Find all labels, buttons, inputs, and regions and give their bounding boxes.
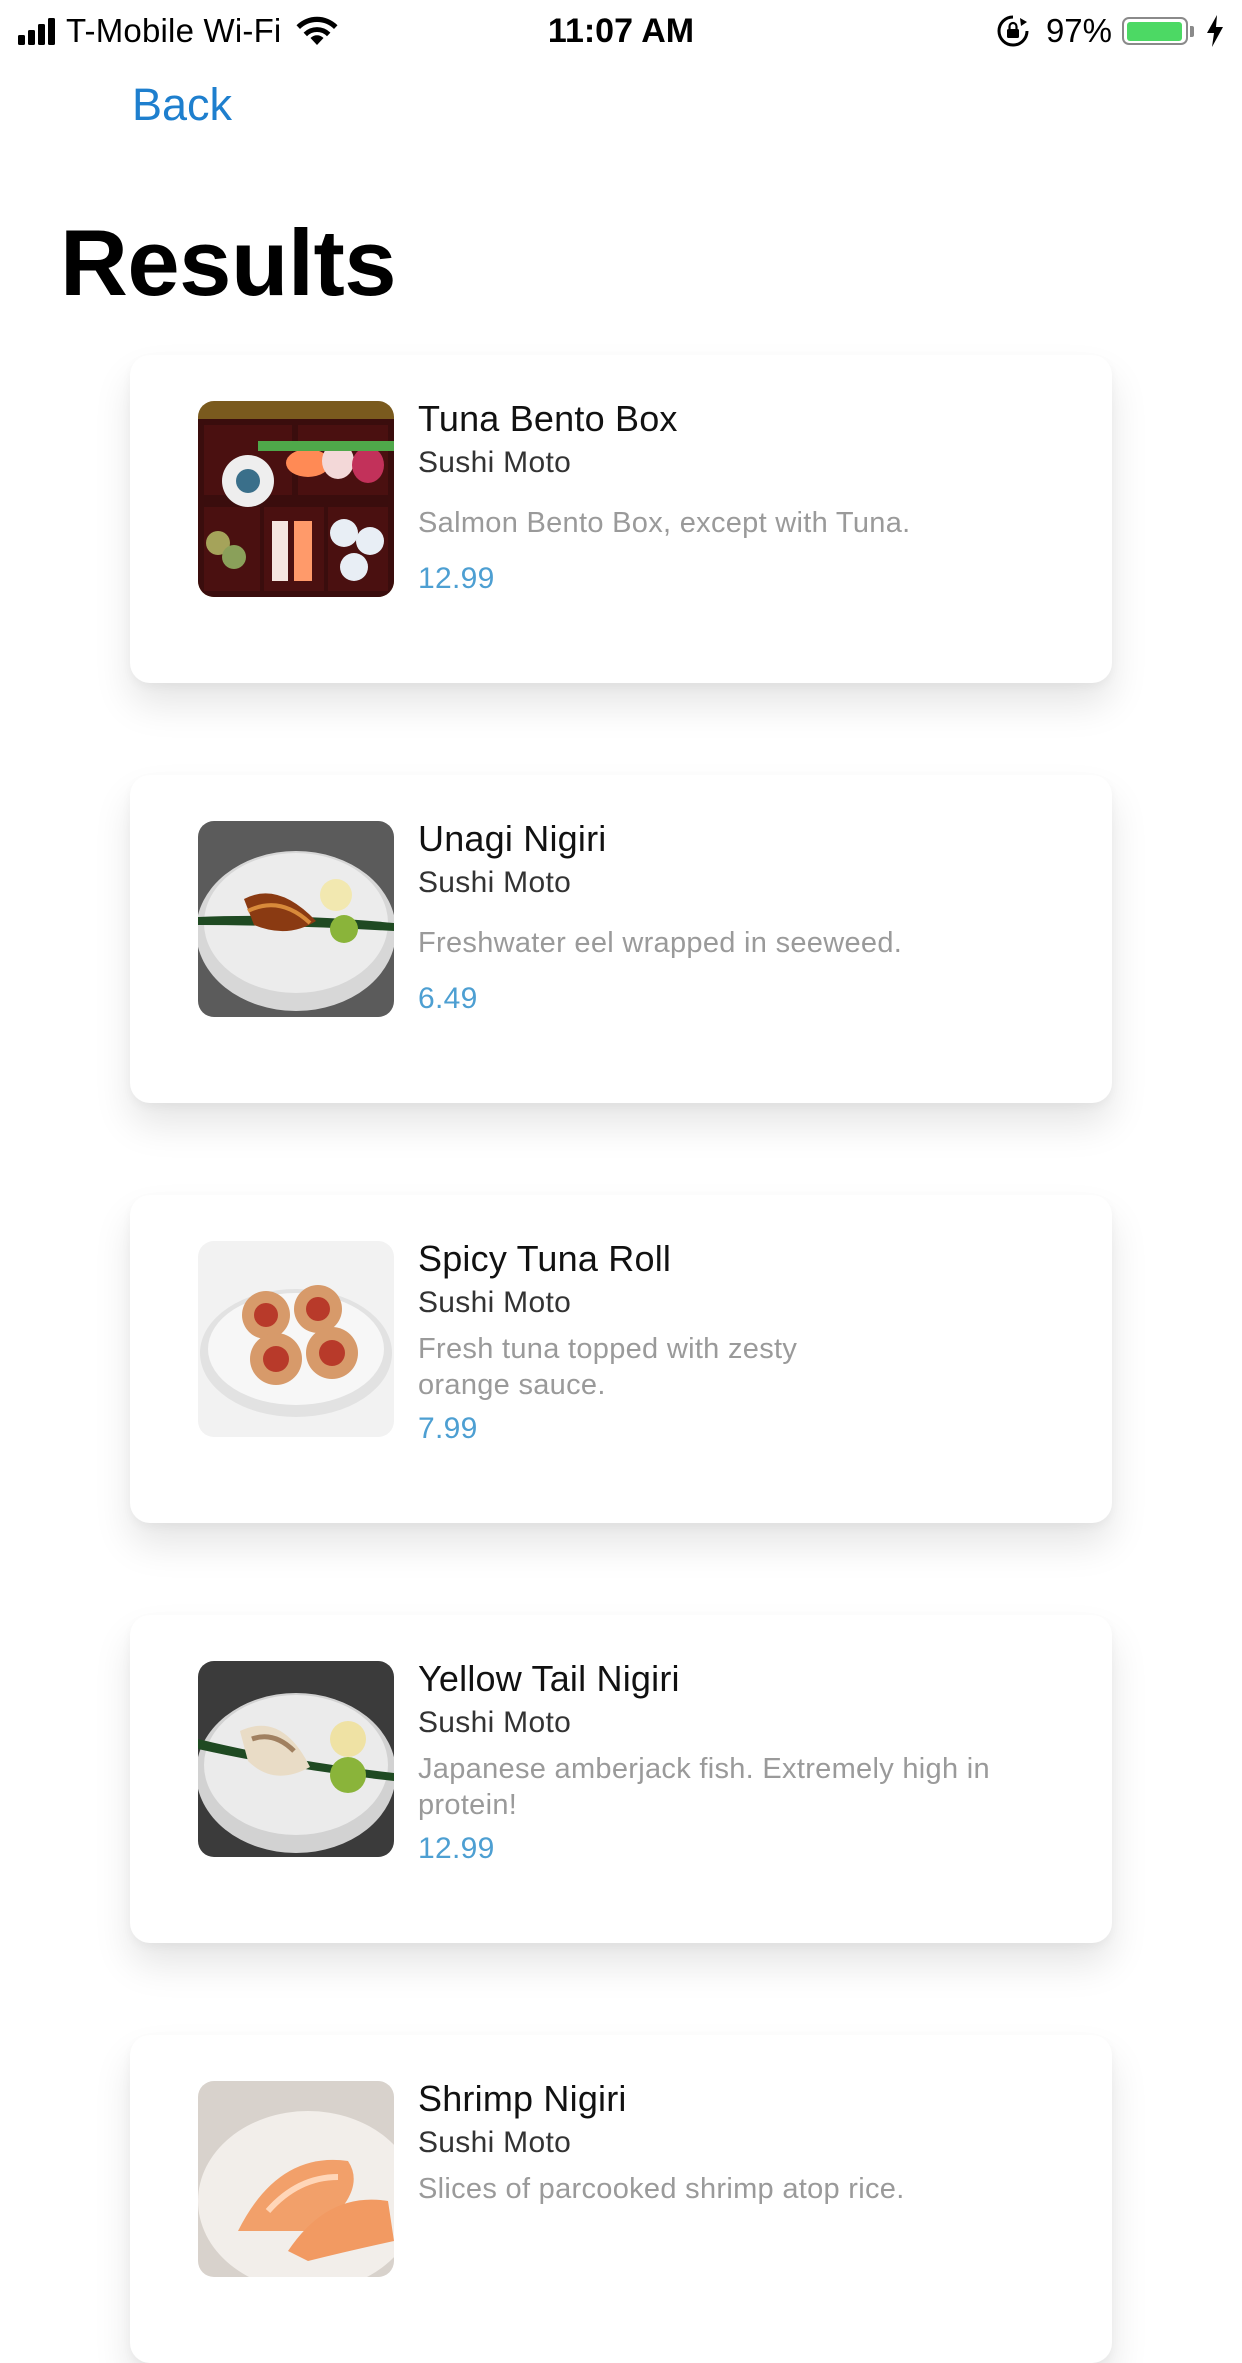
item-price: 12.99 bbox=[418, 1832, 495, 1865]
result-card[interactable]: Shrimp Nigiri Sushi Moto Slices of parco… bbox=[130, 2035, 1112, 2363]
item-description: Salmon Bento Box, except with Tuna. bbox=[418, 507, 911, 539]
result-card[interactable]: Unagi Nigiri Sushi Moto Freshwater eel w… bbox=[130, 775, 1112, 1103]
card-text: Unagi Nigiri Sushi Moto Freshwater eel w… bbox=[418, 815, 1058, 1019]
item-restaurant: Sushi Moto bbox=[418, 1706, 572, 1739]
item-price: 12.99 bbox=[418, 562, 495, 595]
yellowtail-nigiri-photo bbox=[198, 1661, 394, 1857]
result-card[interactable]: Yellow Tail Nigiri Sushi Moto Japanese a… bbox=[130, 1615, 1112, 1943]
card-text: Spicy Tuna Roll Sushi Moto Fresh tuna to… bbox=[418, 1235, 1058, 1449]
shrimp-nigiri-photo bbox=[198, 2081, 394, 2277]
card-text: Shrimp Nigiri Sushi Moto Slices of parco… bbox=[418, 2075, 1058, 2213]
item-restaurant: Sushi Moto bbox=[418, 866, 572, 899]
item-restaurant: Sushi Moto bbox=[418, 2126, 572, 2159]
bento-box-photo bbox=[198, 401, 394, 597]
results-list: Tuna Bento Box Sushi Moto Salmon Bento B… bbox=[0, 0, 1242, 2363]
item-description: Slices of parcooked shrimp atop rice. bbox=[418, 2173, 905, 2205]
item-name: Tuna Bento Box bbox=[418, 398, 678, 439]
item-name: Shrimp Nigiri bbox=[418, 2078, 627, 2119]
result-card[interactable]: Spicy Tuna Roll Sushi Moto Fresh tuna to… bbox=[130, 1195, 1112, 1523]
item-name: Spicy Tuna Roll bbox=[418, 1238, 672, 1279]
item-restaurant: Sushi Moto bbox=[418, 446, 572, 479]
item-description: Japanese amberjack fish. Extremely high … bbox=[418, 1753, 990, 1821]
item-name: Unagi Nigiri bbox=[418, 818, 607, 859]
item-description: Freshwater eel wrapped in seeweed. bbox=[418, 927, 903, 959]
item-price: 6.49 bbox=[418, 982, 478, 1015]
spicy-tuna-roll-photo bbox=[198, 1241, 394, 1437]
result-card[interactable]: Tuna Bento Box Sushi Moto Salmon Bento B… bbox=[130, 355, 1112, 683]
item-name: Yellow Tail Nigiri bbox=[418, 1658, 680, 1699]
card-text: Yellow Tail Nigiri Sushi Moto Japanese a… bbox=[418, 1655, 1058, 1869]
card-text: Tuna Bento Box Sushi Moto Salmon Bento B… bbox=[418, 395, 1058, 599]
unagi-nigiri-photo bbox=[198, 821, 394, 1017]
item-price: 7.99 bbox=[418, 1412, 478, 1445]
item-restaurant: Sushi Moto bbox=[418, 1286, 572, 1319]
item-description: Fresh tuna topped with zesty orange sauc… bbox=[418, 1333, 798, 1401]
